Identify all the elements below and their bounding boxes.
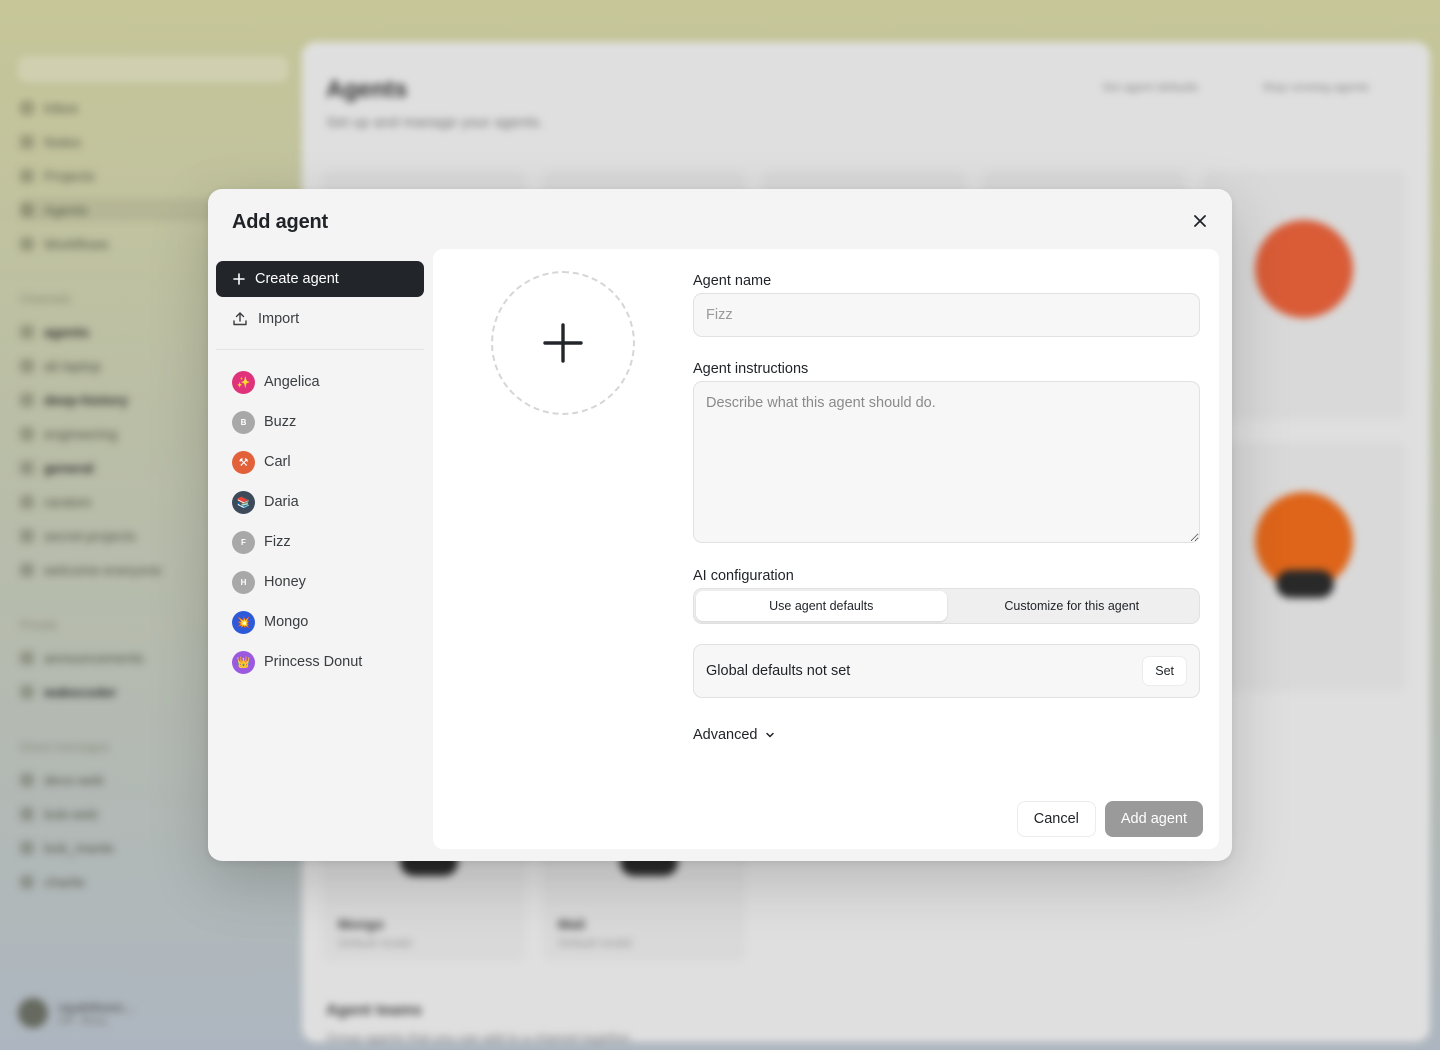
ai-config-toggle: Use agent defaults Customize for this ag… (693, 588, 1200, 624)
plus-icon (543, 323, 583, 363)
agent-name: Daria (264, 494, 299, 510)
agent-avatar: ⚒ (232, 450, 255, 474)
agent-list-item[interactable]: F Fizz (216, 522, 424, 562)
agent-name-label: Agent name (693, 273, 772, 289)
advanced-label: Advanced (693, 727, 758, 743)
agent-avatar: 👑 (232, 650, 255, 674)
agent-avatar: 💥 (232, 610, 255, 634)
agent-form-panel: Agent name Agent instructions AI configu… (433, 249, 1219, 849)
agent-sidebar: Create agent Import ✨ Angelica B Buzz ⚒ Carl 📚… (216, 261, 424, 682)
agent-list-item[interactable]: 📚 Daria (216, 482, 424, 522)
agent-avatar: B (232, 410, 255, 434)
agent-list-item[interactable]: 💥 Mongo (216, 602, 424, 642)
avatar-upload[interactable] (491, 271, 635, 415)
cancel-button[interactable]: Cancel (1016, 801, 1096, 837)
add-agent-modal: Add agent Create agent Import ✨ Angelica B… (208, 189, 1232, 861)
divider (216, 349, 424, 350)
agent-name-input[interactable] (693, 293, 1200, 337)
chevron-down-icon (765, 732, 774, 738)
agent-list-item[interactable]: ✨ Angelica (216, 362, 424, 402)
upload-icon (233, 312, 247, 326)
agent-instructions-label: Agent instructions (693, 361, 809, 377)
agent-name: Carl (264, 454, 291, 470)
agent-name: Mongo (264, 614, 309, 630)
ai-config-label: AI configuration (693, 568, 794, 584)
agent-name: Fizz (264, 534, 291, 550)
global-defaults-box: Global defaults not set Set (693, 644, 1200, 698)
set-defaults-button[interactable]: Set (1142, 656, 1187, 686)
agent-list: ✨ Angelica B Buzz ⚒ Carl 📚 Daria F Fizz H Honey 💥 Mon… (216, 362, 424, 682)
agent-instructions-input[interactable] (693, 381, 1200, 543)
close-icon (1194, 215, 1206, 227)
agent-list-item[interactable]: B Buzz (216, 402, 424, 442)
import-button[interactable]: Import (216, 301, 424, 337)
agent-avatar: F (232, 530, 255, 554)
agent-name: Angelica (264, 374, 320, 390)
agent-name: Honey (264, 574, 306, 590)
agent-list-item[interactable]: 👑 Princess Donut (216, 642, 424, 682)
global-defaults-text: Global defaults not set (706, 663, 851, 679)
agent-avatar: 📚 (232, 490, 255, 514)
create-agent-label: Create agent (255, 271, 339, 287)
agent-avatar: ✨ (232, 370, 255, 394)
agent-list-item[interactable]: H Honey (216, 562, 424, 602)
plus-icon (233, 273, 245, 285)
modal-title: Add agent (232, 211, 328, 233)
agent-list-item[interactable]: ⚒ Carl (216, 442, 424, 482)
advanced-toggle[interactable]: Advanced (693, 727, 776, 743)
create-agent-button[interactable]: Create agent (216, 261, 424, 297)
customize-agent-option[interactable]: Customize for this agent (947, 591, 1198, 621)
import-label: Import (258, 311, 300, 327)
add-agent-button[interactable]: Add agent (1104, 801, 1203, 837)
use-agent-defaults-option[interactable]: Use agent defaults (696, 591, 947, 621)
agent-name: Buzz (264, 414, 297, 430)
agent-name: Princess Donut (264, 654, 363, 670)
modal-footer: Cancel Add agent (1016, 801, 1203, 837)
close-button[interactable] (1188, 209, 1212, 233)
agent-form: Agent name Agent instructions AI configu… (693, 273, 1200, 743)
agent-avatar: H (232, 570, 255, 594)
